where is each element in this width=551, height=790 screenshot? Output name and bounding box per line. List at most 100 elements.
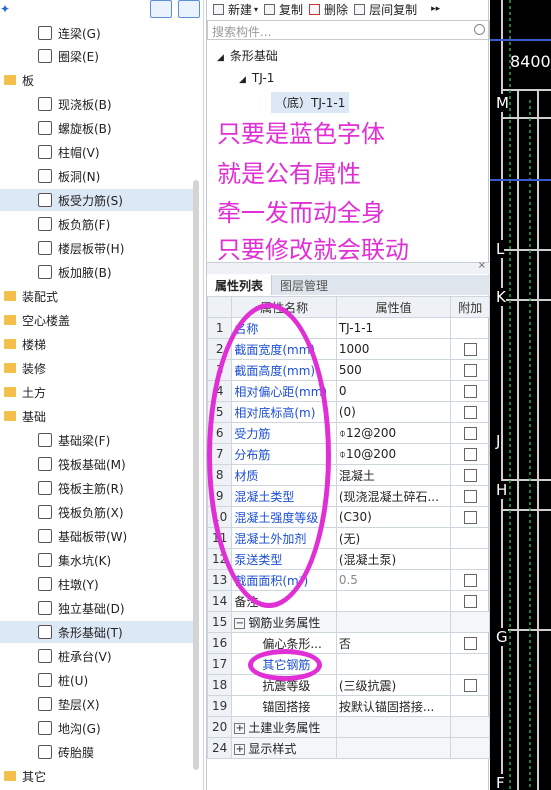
attach-checkbox[interactable] (463, 595, 477, 608)
tab-layer-management[interactable]: 图层管理 (272, 275, 337, 295)
property-value[interactable] (335, 716, 452, 738)
tree-item[interactable]: 板 (0, 69, 196, 91)
property-value[interactable] (335, 737, 452, 759)
search-icon[interactable] (474, 24, 485, 35)
property-row[interactable]: 16 偏心条形... 否 (206, 632, 490, 654)
tree-item[interactable]: 板受力筋(S) (0, 189, 196, 211)
tree-item[interactable]: 柱帽(V) (0, 141, 196, 163)
property-value[interactable]: 混凝土 (335, 464, 452, 486)
grid-view-icon[interactable] (178, 0, 200, 18)
tree-item[interactable]: 集水坑(K) (0, 549, 196, 571)
tree-item[interactable]: 装修 (0, 357, 196, 379)
tree-item[interactable]: 装配式 (0, 285, 196, 307)
attach-checkbox[interactable] (463, 490, 477, 503)
property-value[interactable]: (混凝土泵) (335, 548, 452, 570)
tree-item[interactable]: 柱墩(Y) (0, 573, 196, 595)
tree-item[interactable]: 基础 (0, 405, 196, 427)
tree-item[interactable]: 连梁(G) (0, 22, 196, 44)
property-row[interactable]: 15− 钢筋业务属性 (206, 611, 490, 633)
tree-item[interactable]: 地沟(G) (0, 717, 196, 739)
property-row[interactable]: 19 锚固搭接 按默认锚固搭接... (206, 695, 490, 717)
attach-checkbox[interactable] (463, 511, 477, 524)
tree-item[interactable]: 垫层(X) (0, 693, 196, 715)
list-view-icon[interactable] (150, 0, 172, 18)
tree-item[interactable]: 砖胎膜 (0, 741, 196, 763)
tree-item[interactable]: 土方 (0, 381, 196, 403)
property-value[interactable]: ⌽12@200 (335, 422, 452, 444)
collapse-arrow-icon[interactable]: ◢ (217, 53, 224, 63)
attach-checkbox[interactable] (463, 406, 477, 419)
tree-item[interactable]: 圈梁(E) (0, 45, 196, 67)
search-input[interactable]: 搜索构件... (212, 25, 271, 39)
property-value[interactable]: 1000 (335, 338, 452, 360)
property-value[interactable]: ⌽10@200 (335, 443, 452, 465)
property-value[interactable]: 500 (335, 359, 452, 381)
expand-icon[interactable]: + (234, 743, 246, 755)
property-value[interactable]: (现浇混凝土碎石... (335, 485, 452, 507)
attach-checkbox[interactable] (463, 343, 477, 356)
row-number: 1 (206, 317, 233, 339)
property-row[interactable]: 24 + 显示样式 (206, 737, 490, 759)
folder-icon (4, 291, 16, 301)
tree-item[interactable]: 楼梯 (0, 333, 196, 355)
tree-node-leaf[interactable]: （底）TJ-1-1 (271, 92, 350, 113)
collapse-arrow-icon[interactable]: ◢ (239, 75, 246, 85)
tree-item[interactable]: 其它 (0, 765, 196, 787)
property-row[interactable]: 18 抗震等级 (三级抗震) (206, 674, 490, 696)
copy-button[interactable]: 复制 (264, 1, 303, 18)
tree-item[interactable]: 基础梁(F) (0, 429, 196, 451)
tree-item[interactable]: 现浇板(B) (0, 93, 196, 115)
tree-item[interactable]: 基础板带(W) (0, 525, 196, 547)
axis-label: H (496, 481, 508, 499)
tree-item[interactable]: 筏板负筋(X) (0, 501, 196, 523)
tree-item[interactable]: 筏板主筋(R) (0, 477, 196, 499)
tree-node-root[interactable]: ◢ 条形基础 (217, 47, 278, 64)
tree-item[interactable]: 桩(U) (0, 669, 196, 691)
property-value[interactable]: TJ-1-1 (335, 317, 452, 339)
tree-scrollbar[interactable] (193, 180, 199, 770)
attach-checkbox[interactable] (463, 469, 477, 482)
property-value[interactable]: 否 (335, 632, 452, 654)
property-value[interactable]: 按默认锚固搭接... (335, 695, 452, 717)
close-icon[interactable]: × (478, 260, 486, 271)
tree-item[interactable]: 筏板基础(M) (0, 453, 196, 475)
property-value[interactable]: (C30) (335, 506, 452, 528)
attach-checkbox[interactable] (463, 364, 477, 377)
property-value[interactable]: (0) (335, 401, 452, 423)
tree-item[interactable]: 板负筋(F) (0, 213, 196, 235)
collapse-icon[interactable]: − (234, 617, 246, 629)
tree-item[interactable]: 条形基础(T) (0, 621, 196, 643)
attach-checkbox[interactable] (463, 427, 477, 440)
tree-node-child[interactable]: ◢ TJ-1 (239, 71, 274, 85)
search-box[interactable]: 搜索构件... (207, 20, 490, 40)
attach-checkbox[interactable] (463, 574, 477, 587)
tree-item[interactable]: 板加腋(B) (0, 261, 196, 283)
more-button[interactable]: ▸▸ (431, 4, 440, 14)
floor-copy-button[interactable]: 层间复制 (354, 1, 417, 18)
attach-checkbox[interactable] (463, 448, 477, 461)
tree-item[interactable]: 螺旋板(B) (0, 117, 196, 139)
delete-button[interactable]: 删除 (309, 1, 348, 18)
property-value[interactable] (335, 590, 452, 612)
property-row[interactable]: 20 + 土建业务属性 (206, 716, 490, 738)
tree-item[interactable]: 板洞(N) (0, 165, 196, 187)
property-value[interactable]: 0.5 (335, 569, 452, 591)
new-button[interactable]: 新建 ▾ (213, 1, 258, 18)
tab-property-list[interactable]: 属性列表 (207, 275, 273, 295)
attach-checkbox[interactable] (463, 637, 477, 650)
tree-item[interactable]: 桩承台(V) (0, 645, 196, 667)
property-value[interactable]: (三级抗震) (335, 674, 452, 696)
attach-checkbox[interactable] (463, 679, 477, 692)
add-icon[interactable]: ✦ (0, 2, 10, 16)
cad-drawing-canvas[interactable]: 8400 M L K J H G F (490, 0, 551, 790)
tree-item-label: 板加腋(B) (58, 265, 112, 280)
property-value[interactable]: 0 (335, 380, 452, 402)
property-value[interactable] (335, 611, 452, 633)
property-value[interactable]: (无) (335, 527, 452, 549)
expand-icon[interactable]: + (234, 722, 246, 734)
property-value[interactable] (335, 653, 452, 675)
tree-item[interactable]: 楼层板带(H) (0, 237, 196, 259)
tree-item[interactable]: 空心楼盖 (0, 309, 196, 331)
attach-checkbox[interactable] (463, 385, 477, 398)
tree-item[interactable]: 独立基础(D) (0, 597, 196, 619)
